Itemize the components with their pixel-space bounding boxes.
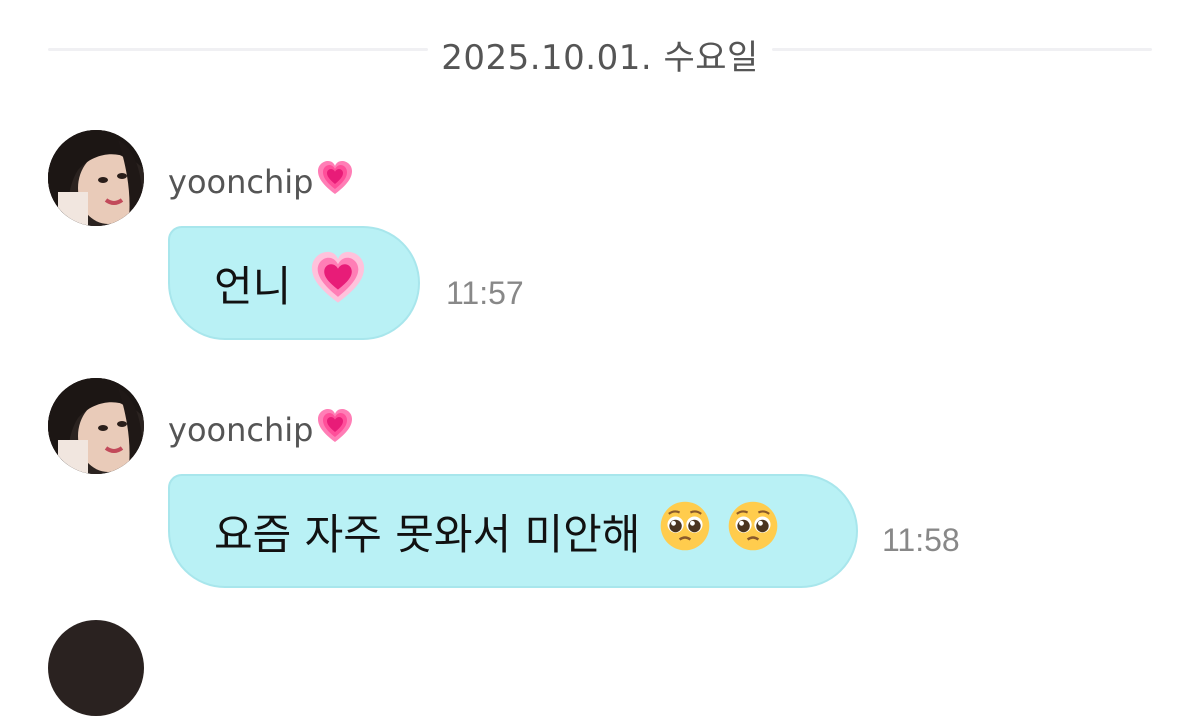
- message-time: 11:57: [446, 275, 524, 311]
- sender-name: yoonchip: [168, 158, 355, 206]
- avatar[interactable]: [48, 378, 144, 474]
- message-bubble[interactable]: 요즘 자주 못와서 미안해: [168, 474, 858, 588]
- growing-heart-icon: [315, 406, 355, 454]
- divider-line-left: [48, 48, 428, 51]
- date-divider: 2025.10.01. 수요일: [48, 22, 1152, 78]
- pleading-face-icon: [726, 499, 780, 563]
- sender-label: yoonchip: [168, 163, 314, 201]
- message-text: 요즘 자주 못와서 미안해: [214, 509, 641, 559]
- sender-label: yoonchip: [168, 411, 314, 449]
- divider-line-right: [772, 48, 1152, 51]
- message-text: 언니: [214, 261, 292, 311]
- avatar[interactable]: [48, 130, 144, 226]
- pleading-face-icon: [658, 499, 712, 563]
- sender-name: yoonchip: [168, 406, 355, 454]
- message-bubble[interactable]: 언니: [168, 226, 420, 340]
- growing-heart-icon: [309, 249, 367, 317]
- avatar[interactable]: [48, 620, 144, 716]
- growing-heart-icon: [315, 158, 355, 206]
- date-label: 2025.10.01. 수요일: [441, 38, 759, 78]
- message-time: 11:58: [882, 522, 960, 558]
